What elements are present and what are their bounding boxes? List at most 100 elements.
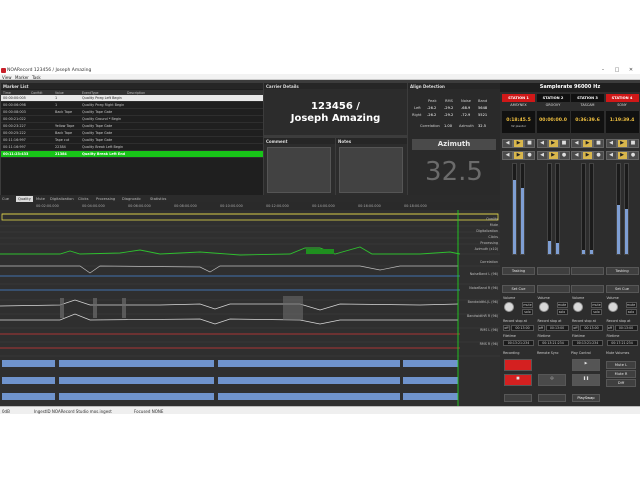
marker-row[interactable]: 00:11:16:997 22384 Quality Break Left Begi… (1, 144, 263, 151)
close-button[interactable]: ✕ (624, 66, 638, 74)
marker-cell-type: Quality Break Left Begin (82, 145, 124, 149)
record-stop-time[interactable]: 00:13:00 (580, 325, 603, 331)
record-icon[interactable]: ● (593, 151, 604, 160)
remote-sync-button[interactable]: ◎ (538, 374, 566, 386)
set-cue-button[interactable]: Set Cue (502, 285, 535, 293)
record-stop-time[interactable]: 00:13:00 (614, 325, 638, 331)
menu-task[interactable]: Task (32, 75, 41, 80)
play-icon[interactable]: ▶ (513, 139, 524, 148)
col-time[interactable]: Time (3, 91, 11, 95)
station-button[interactable]: STATION 4 (605, 94, 639, 102)
stop-icon[interactable]: ■ (593, 139, 604, 148)
mute-l-button[interactable]: Mute L (606, 361, 636, 369)
menu-marker[interactable]: Marker (15, 75, 29, 80)
set-cue-button[interactable]: Set Cue (605, 285, 639, 293)
marker-cell-value: Back Tape (55, 110, 73, 114)
azimuth-button[interactable]: Azimuth (412, 139, 496, 150)
mute-button[interactable]: mute (556, 302, 568, 308)
play-icon[interactable]: ▶ (582, 139, 593, 148)
volume-knob[interactable] (573, 302, 583, 312)
off-button[interactable]: off (572, 325, 579, 331)
stop-icon[interactable]: ■ (627, 139, 639, 148)
spacer-button[interactable] (571, 267, 604, 275)
tasking-button[interactable]: Tasking (605, 267, 639, 275)
mute-button[interactable]: mute (625, 302, 637, 308)
minimize-button[interactable]: – (596, 66, 610, 74)
marker-row[interactable]: 00:00:06:098 1 Quality Pneg Right Begin (1, 102, 263, 109)
col-description[interactable]: Description (127, 91, 145, 95)
off-button[interactable]: off (537, 325, 545, 331)
rewind-icon[interactable]: ◀ (536, 139, 548, 148)
prev-icon[interactable]: ◀ (502, 151, 513, 160)
filetime-label: Filetime (572, 334, 585, 338)
station-button[interactable]: STATION 2 (536, 94, 570, 102)
col-value[interactable]: Value (55, 91, 64, 95)
channel-label: Digitalization (476, 229, 498, 233)
next-icon[interactable]: ▶ (582, 151, 593, 160)
notes-textarea[interactable] (339, 147, 403, 193)
station-button[interactable]: STATION 1 (502, 94, 535, 102)
play-button[interactable]: ▶ (572, 359, 600, 371)
tasking-button[interactable]: Tasking (502, 267, 535, 275)
marker-row[interactable]: 00:00:25:222 Back Tape Quality Tape Gate (1, 130, 263, 137)
next-icon[interactable]: ▶ (547, 151, 559, 160)
prev-icon[interactable]: ◀ (605, 151, 617, 160)
station-button[interactable]: STATION 3 (571, 94, 604, 102)
diff-button[interactable]: Diff (606, 379, 636, 387)
rewind-icon[interactable]: ◀ (605, 139, 617, 148)
bottom-button-2[interactable] (538, 394, 566, 402)
bottom-button-1[interactable] (504, 394, 532, 402)
marker-row[interactable]: 00:11:23:433 21384 Quality Break Left End (1, 151, 263, 158)
waveform-area[interactable]: Quality Mute Digitalization Clicks Processin… (0, 210, 500, 406)
marker-row[interactable]: 00:00:23:227 Yellow Tape Quality Tape Gate (1, 123, 263, 130)
mute-button[interactable]: mute (522, 302, 533, 308)
play-icon[interactable]: ▶ (547, 139, 559, 148)
comment-textarea[interactable] (267, 147, 331, 193)
spacer-button[interactable] (536, 267, 570, 275)
record-stop-time[interactable]: 00:13:00 (545, 325, 569, 331)
rewind-icon[interactable]: ◀ (502, 139, 513, 148)
marker-row[interactable]: 00:00:00:005 1 Quality Pneg Left Begin (1, 95, 263, 102)
next-icon[interactable]: ▶ (513, 151, 524, 160)
col-confidence[interactable]: Confidt (31, 91, 42, 95)
rewind-icon[interactable]: ◀ (571, 139, 582, 148)
timeline-ruler[interactable]: 00:02:00.000 00:04:00.000 00:06:00.000 00:0… (0, 202, 500, 210)
spacer-button[interactable] (571, 285, 604, 293)
next-icon[interactable]: ▶ (616, 151, 628, 160)
menu-view[interactable]: View (2, 75, 12, 80)
marker-row[interactable]: 00:00:21:022 Quality Ground * Begin (1, 116, 263, 123)
solo-button[interactable]: solo (522, 309, 533, 315)
prev-icon[interactable]: ◀ (536, 151, 548, 160)
vu-meter-right (623, 163, 629, 255)
stop-icon[interactable]: ■ (524, 139, 535, 148)
volume-knob[interactable] (504, 302, 514, 312)
record-icon[interactable]: ● (524, 151, 535, 160)
record-stop-time[interactable]: 00:13:00 (511, 325, 534, 331)
mute-button[interactable]: mute (591, 302, 602, 308)
solo-button[interactable]: solo (556, 309, 568, 315)
solo-button[interactable]: solo (625, 309, 637, 315)
play-swap-button[interactable]: PlaySwap (572, 394, 600, 402)
volume-knob[interactable] (538, 302, 549, 312)
play-icon[interactable]: ▶ (616, 139, 628, 148)
marker-row[interactable]: 00:00:08:003 Back Tape Quality Tape Gate (1, 109, 263, 116)
volume-knob[interactable] (607, 302, 618, 312)
correlation-trace (0, 265, 458, 274)
record-icon[interactable]: ● (627, 151, 639, 160)
stop-record-button[interactable]: ■ (504, 374, 532, 386)
solo-button[interactable]: solo (591, 309, 602, 315)
prev-icon[interactable]: ◀ (571, 151, 582, 160)
bandwidth-r-trace (0, 313, 458, 325)
record-icon[interactable]: ● (558, 151, 570, 160)
col-eventtype[interactable]: EventType (82, 91, 98, 95)
off-button[interactable]: off (503, 325, 510, 331)
off-button[interactable]: off (606, 325, 614, 331)
maximize-button[interactable]: □ (610, 66, 624, 74)
spacer-button[interactable] (536, 285, 570, 293)
mute-r-button[interactable]: Mute R (606, 370, 636, 378)
samplerate-value[interactable]: 96000 Hz (574, 84, 600, 90)
pause-button[interactable]: ❚❚ (572, 374, 600, 386)
marker-row[interactable]: 00:11:16:997 Tape cut Quality Tape Gate (1, 137, 263, 144)
stop-icon[interactable]: ■ (558, 139, 570, 148)
record-button[interactable] (504, 359, 532, 371)
